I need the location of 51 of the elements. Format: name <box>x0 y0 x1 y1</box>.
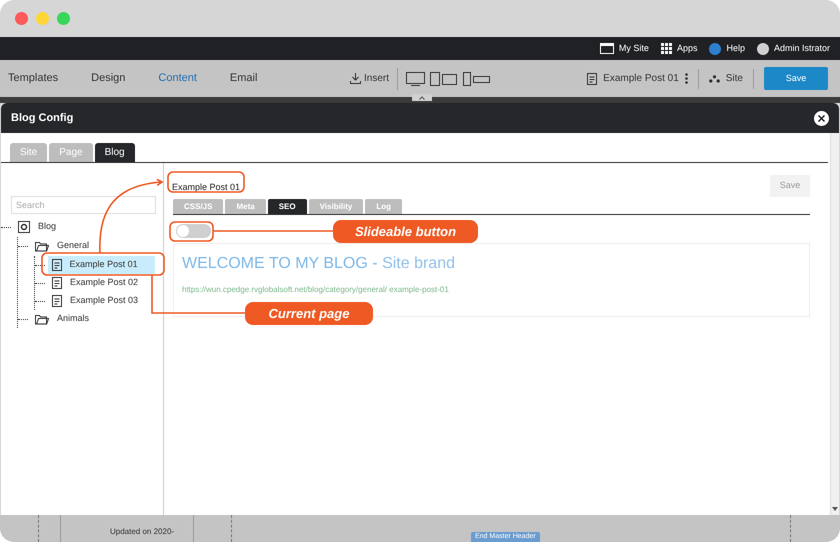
callout-label: Current page <box>245 302 373 325</box>
top-bar-link[interactable]: Apps <box>660 42 698 56</box>
document-icon <box>52 277 62 289</box>
nav-tab[interactable]: Templates <box>8 70 58 87</box>
tree-item[interactable]: Example Post 01 <box>48 256 155 274</box>
document-icon <box>52 259 62 271</box>
dialog-tab[interactable]: Blog <box>94 143 135 162</box>
tree-item[interactable]: Animals <box>31 310 96 328</box>
sitemap-icon <box>708 74 720 82</box>
nav-tab[interactable]: Design <box>91 70 126 87</box>
avatar-icon <box>756 42 769 54</box>
tree-item[interactable]: Blog <box>14 218 62 236</box>
chevron-up-icon <box>419 96 425 100</box>
search-field[interactable]: Search <box>11 196 156 214</box>
highlight-outline <box>169 221 214 242</box>
phone-icon[interactable] <box>463 72 492 86</box>
top-bar-link[interactable]: Admin Istrator <box>756 42 830 56</box>
current-page-label[interactable]: Example Post 01 <box>603 71 679 86</box>
toggle-switch[interactable] <box>176 224 211 238</box>
gear-icon <box>18 221 30 233</box>
nav-tab[interactable]: Email <box>230 70 258 87</box>
preview-url: https://wun.cpedge.rvglobalsoft.net/blog/category/general/ example-post-01 <box>182 284 450 296</box>
desktop-icon[interactable] <box>406 72 426 86</box>
document-icon <box>587 72 598 84</box>
updated-text: Updated on 2020- <box>110 526 174 538</box>
post-title: Example Post 01 <box>172 181 240 194</box>
collapse-handle[interactable] <box>412 94 432 101</box>
close-button[interactable] <box>814 110 829 126</box>
folder-icon <box>35 314 49 324</box>
tablet-icon[interactable] <box>430 72 458 86</box>
dialog-title: Blog Config <box>11 110 74 126</box>
callout-label: Slideable button <box>333 220 478 243</box>
document-icon <box>52 295 62 307</box>
tree-item[interactable]: Example Post 03 <box>48 292 144 310</box>
insert-button[interactable]: Insert <box>350 71 390 86</box>
download-icon <box>350 73 361 84</box>
close-icon <box>818 114 825 122</box>
top-bar-link[interactable]: My Site <box>600 42 649 56</box>
help-icon <box>709 42 722 54</box>
scroll-down-icon[interactable] <box>832 507 838 511</box>
folder-icon <box>35 240 49 252</box>
more-icon[interactable] <box>684 73 688 84</box>
tree-item[interactable]: General <box>31 237 96 255</box>
site-link[interactable]: Site <box>726 71 743 86</box>
tree-item[interactable]: Example Post 02 <box>48 274 144 292</box>
browser-icon <box>600 43 614 54</box>
editor-tab[interactable]: SEO <box>268 199 307 214</box>
grid-icon <box>660 43 672 54</box>
save-button[interactable]: Save <box>764 67 828 90</box>
preview-heading: WELCOME TO MY BLOG - Site brand <box>182 254 456 274</box>
top-bar-link[interactable]: Help <box>709 42 745 56</box>
